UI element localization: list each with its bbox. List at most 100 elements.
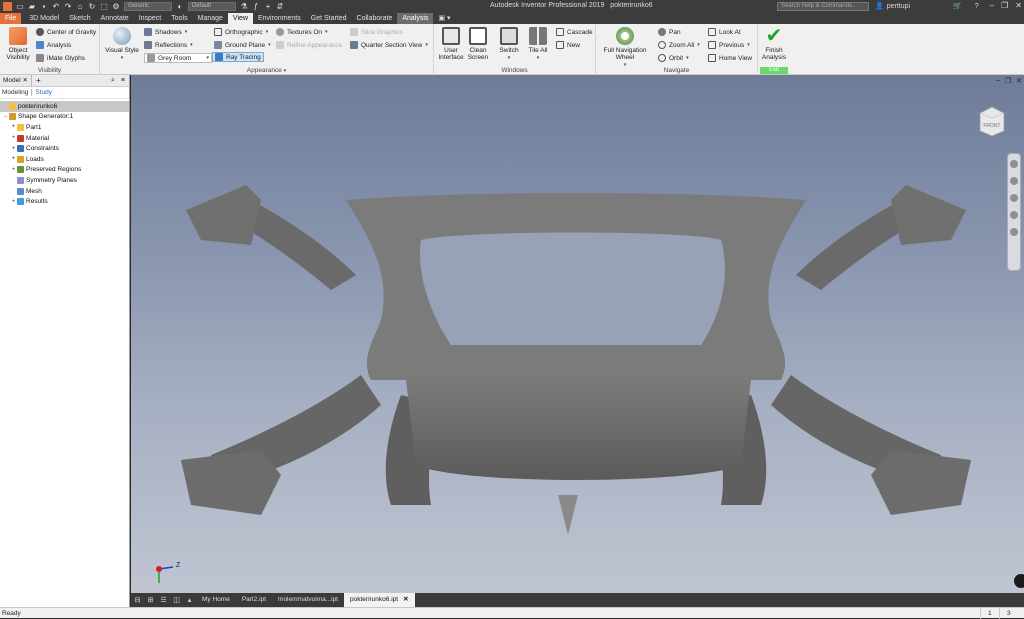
lighting-style-dropdown[interactable]: Grey Room ▾ [144,53,212,63]
tree-expander-icon[interactable]: − [2,114,9,120]
slice-graphics-button[interactable]: Slice Graphics [350,27,403,37]
tile-vertical-icon[interactable]: ◫ [170,593,183,607]
tab-inspect[interactable]: Inspect [134,13,167,24]
tabs-menu-icon[interactable]: ▴ [183,593,196,607]
quarter-section-view-button[interactable]: Quarter Section View ▾ [350,40,428,50]
tree-node[interactable]: + Results [0,196,129,207]
camera-icon[interactable]: ▣ ▾ [433,13,455,24]
tree-node[interactable]: Mesh [0,186,129,197]
orbit-button[interactable]: Orbit ▾ [658,53,689,63]
cart-icon[interactable]: 🛒 [953,2,962,10]
zoom-all-button[interactable]: Zoom All ▾ [658,40,700,50]
tile-grid-icon[interactable]: ⊞ [144,593,157,607]
object-visibility-button[interactable]: Object Visibility [4,27,32,61]
clean-screen-button[interactable]: Clean Screen [466,27,490,61]
user-interface-button[interactable]: User Interface [438,27,464,61]
material-combo[interactable]: Generic [124,2,172,11]
tile-stack-icon[interactable]: ☰ [157,593,170,607]
help-icon[interactable]: ? [975,3,979,10]
tab-sketch[interactable]: Sketch [64,13,95,24]
tree-node[interactable]: Symmetry Planes [0,175,129,186]
finish-analysis-button[interactable]: ✔ Finish Analysis [760,26,788,61]
look-at-icon[interactable] [1010,228,1018,236]
pan-button[interactable]: Pan [658,27,681,37]
tab-annotate[interactable]: Annotate [96,13,134,24]
viewport-close-icon[interactable]: ✕ [1016,77,1022,85]
viewport-restore-icon[interactable]: ❐ [1005,77,1011,85]
save-icon[interactable]: ▪ [40,2,48,11]
menu-icon[interactable]: ≡ [121,77,125,85]
new-file-icon[interactable]: ▭ [16,2,24,11]
close-tab-icon[interactable]: ✕ [403,596,408,603]
restore-icon[interactable]: ❐ [1001,1,1008,10]
search-icon[interactable]: ⌕ [111,77,115,85]
tree-node[interactable]: + Constraints [0,143,129,154]
viewcube[interactable]: FRONT [978,105,1006,137]
tab-environments[interactable]: Environments [253,13,306,24]
tree-expander-icon[interactable]: + [10,156,17,162]
adjust-icon[interactable]: ⚗ [240,2,248,11]
document-tab-my-home[interactable]: My Home [196,593,236,607]
ray-tracing-button[interactable]: Ray Tracing [212,52,264,62]
home-icon[interactable]: ⌂ [76,2,84,11]
tree-node[interactable]: + Loads [0,154,129,165]
tree-expander-icon[interactable]: + [10,135,17,141]
shadows-button[interactable]: Shadows ▾ [144,27,187,37]
ground-plane-button[interactable]: Ground Plane ▾ [214,40,271,50]
previous-view-button[interactable]: Previous ▾ [708,40,750,50]
minimize-icon[interactable]: – [990,1,994,10]
full-navigation-wheel-button[interactable]: Full Navigation Wheel ▾ [600,27,650,69]
pan-hand-icon[interactable] [1010,177,1018,185]
tab-view[interactable]: View [227,13,253,24]
tree-expander-icon[interactable]: + [10,146,17,152]
user-account[interactable]: 👤 perttupi 🛒 ? [875,2,979,11]
tree-node[interactable]: + Part1 [0,122,129,133]
document-tab-pokterirunko6[interactable]: pokterirunko6.ipt ✕ [344,593,415,607]
select-icon[interactable]: ⬚ [100,2,108,11]
settings-icon[interactable]: ⚙ [112,2,120,11]
document-tab-part2[interactable]: Part2.ipt [236,593,272,607]
tab-collaborate[interactable]: Collaborate [352,13,398,24]
visual-style-button[interactable]: Visual Style ▾ [104,27,140,62]
tree-node[interactable]: − Shape Generator:1 [0,112,129,123]
viewport-minimize-icon[interactable]: – [996,77,1000,85]
tile-all-button[interactable]: Tile All ▾ [526,27,550,62]
tree-expander-icon[interactable]: + [10,199,17,205]
document-tab-molemmatvoima[interactable]: molemmatvoima...ipt [272,593,344,607]
close-icon[interactable]: ✕ [1015,1,1022,10]
fx-icon[interactable]: ƒ [252,2,260,11]
tree-expander-icon[interactable]: + [10,167,17,173]
app-menu-icon[interactable] [3,2,12,11]
graphics-viewport[interactable]: – ❐ ✕ FRONT Z [131,75,1024,593]
cascade-button[interactable]: Cascade [556,27,593,37]
model-browser-tab[interactable]: Model ✕ [0,74,32,87]
orbit-icon[interactable] [1010,211,1018,219]
tree-node[interactable]: pokterirunko6 [0,101,129,112]
tab-get-started[interactable]: Get Started [306,13,352,24]
appearance-combo[interactable]: Default [188,2,236,11]
center-of-gravity-button[interactable]: Center of Gravity [36,27,96,37]
tile-horizontal-icon[interactable]: ⊟ [131,593,144,607]
tree-expander-icon[interactable]: + [10,124,17,130]
tree-node[interactable]: + Preserved Regions [0,165,129,176]
open-file-icon[interactable]: ▰ [28,2,36,11]
look-at-button[interactable]: Look At [708,27,741,37]
tab-manage[interactable]: Manage [193,13,228,24]
analysis-button[interactable]: Analysis [36,40,71,50]
reflections-button[interactable]: Reflections ▾ [144,40,193,50]
more-icon[interactable]: ⇵ [276,2,284,11]
steering-wheel-icon[interactable] [1010,160,1018,168]
home-view-button[interactable]: Home View [708,53,752,63]
add-browser-tab-icon[interactable]: + [32,76,45,85]
refine-appearance-button[interactable]: Refine Appearance [276,40,342,50]
update-icon[interactable]: ↻ [88,2,96,11]
orthographic-button[interactable]: Orthographic ▾ [214,27,268,37]
tab-3d-model[interactable]: 3D Model [24,13,64,24]
modeling-mode[interactable]: Modeling [2,89,33,96]
textures-on-button[interactable]: Textures On ▾ [276,27,328,37]
new-window-button[interactable]: New [556,40,580,50]
study-mode[interactable]: Study [35,89,52,96]
tree-node[interactable]: + Material [0,133,129,144]
undo-icon[interactable]: ↶ [52,2,60,11]
tab-tools[interactable]: Tools [166,13,192,24]
